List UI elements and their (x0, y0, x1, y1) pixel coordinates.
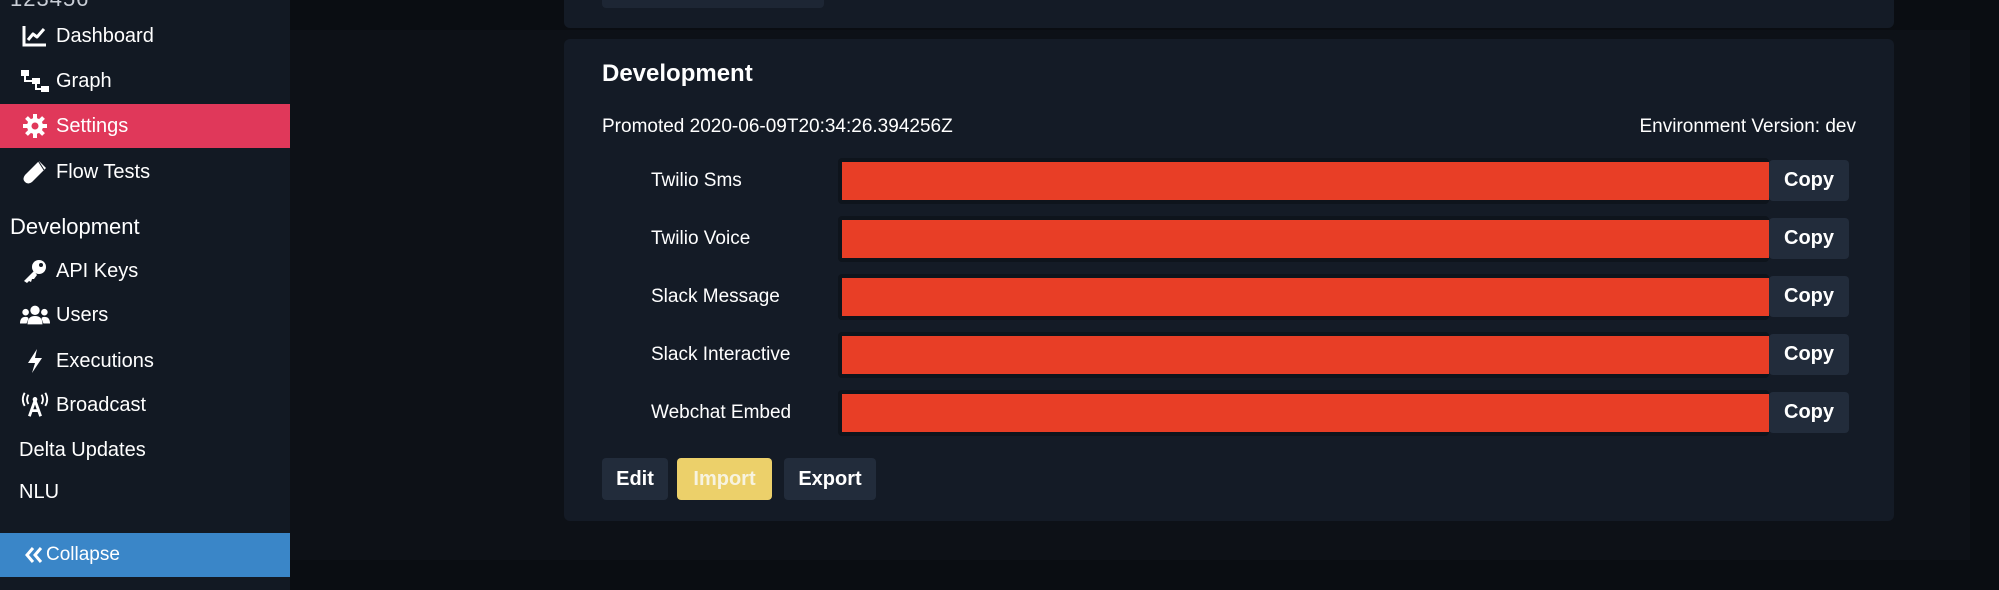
redacted-key-value (842, 220, 1769, 258)
key-icon (20, 256, 50, 286)
key-field[interactable] (838, 216, 1769, 262)
redacted-key-value (842, 336, 1769, 374)
environment-card-development: Development Promoted 2020-06-09T20:34:26… (564, 39, 1894, 521)
sidebar-item-label: NLU (19, 480, 60, 503)
key-label: Twilio Voice (651, 228, 751, 249)
double-chevron-left-icon (24, 546, 44, 564)
copy-button[interactable]: Copy (1769, 334, 1849, 375)
key-label: Webchat Embed (651, 402, 792, 423)
redacted-key-value (842, 394, 1769, 432)
previous-card-button-stub (602, 0, 824, 8)
sidebar: 123456 Dashboard Graph Settings Flow Tes… (0, 0, 290, 590)
sidebar-section-heading: Development (10, 214, 140, 239)
sidebar-item-label: Broadcast (56, 393, 147, 416)
sidebar-item-flow-tests[interactable]: Flow Tests (0, 150, 290, 194)
sidebar-item-label: Settings (56, 114, 129, 137)
copy-button[interactable]: Copy (1769, 160, 1849, 201)
graph-icon (20, 66, 50, 96)
sidebar-item-executions[interactable]: Executions (0, 339, 290, 383)
edit-button[interactable]: Edit (602, 458, 668, 500)
key-row: Twilio Sms Copy (564, 158, 1894, 204)
import-button[interactable]: Import (677, 458, 772, 500)
sidebar-item-broadcast[interactable]: Broadcast (0, 383, 290, 427)
copy-button[interactable]: Copy (1769, 392, 1849, 433)
environment-version: Environment Version: dev (1639, 116, 1856, 137)
copy-button[interactable]: Copy (1769, 276, 1849, 317)
sidebar-item-delta-updates[interactable]: Delta Updates (0, 428, 290, 472)
key-row: Twilio Voice Copy (564, 216, 1894, 262)
collapse-label: Collapse (46, 544, 120, 565)
redacted-key-value (842, 278, 1769, 316)
copy-button[interactable]: Copy (1769, 218, 1849, 259)
users-icon (20, 300, 50, 330)
promoted-timestamp: Promoted 2020-06-09T20:34:26.394256Z (602, 116, 953, 137)
sidebar-item-api-keys[interactable]: API Keys (0, 249, 290, 293)
sidebar-item-label: Users (56, 303, 109, 326)
sidebar-clipped-header: 123456 (10, 0, 89, 12)
key-field[interactable] (838, 332, 1769, 378)
card-title: Development (602, 60, 753, 87)
key-field[interactable] (838, 274, 1769, 320)
bolt-icon (20, 346, 50, 376)
sidebar-item-label: Graph (56, 69, 112, 92)
sidebar-item-users[interactable]: Users (0, 293, 290, 337)
chart-line-icon (20, 21, 50, 51)
key-label: Slack Interactive (651, 344, 791, 365)
sidebar-item-settings[interactable]: Settings (0, 104, 290, 148)
sidebar-item-label: Flow Tests (56, 160, 151, 183)
sidebar-item-label: Delta Updates (19, 438, 146, 461)
collapse-button[interactable]: Collapse (0, 533, 290, 577)
sidebar-item-dashboard[interactable]: Dashboard (0, 14, 290, 58)
sidebar-item-label: API Keys (56, 259, 139, 282)
export-button[interactable]: Export (784, 458, 876, 500)
sidebar-item-nlu[interactable]: NLU (0, 470, 290, 514)
sidebar-item-graph[interactable]: Graph (0, 59, 290, 103)
previous-environment-card (564, 0, 1894, 28)
sidebar-item-label: Executions (56, 349, 154, 372)
key-label: Twilio Sms (651, 170, 742, 191)
key-field[interactable] (838, 158, 1769, 204)
redacted-key-value (842, 162, 1769, 200)
key-row: Slack Message Copy (564, 274, 1894, 320)
test-tube-icon (20, 157, 50, 187)
key-label: Slack Message (651, 286, 780, 307)
key-field[interactable] (838, 390, 1769, 436)
key-row: Webchat Embed Copy (564, 390, 1894, 436)
key-row: Slack Interactive Copy (564, 332, 1894, 378)
gear-icon (20, 111, 50, 141)
broadcast-icon (20, 390, 50, 420)
sidebar-item-label: Dashboard (56, 24, 154, 47)
